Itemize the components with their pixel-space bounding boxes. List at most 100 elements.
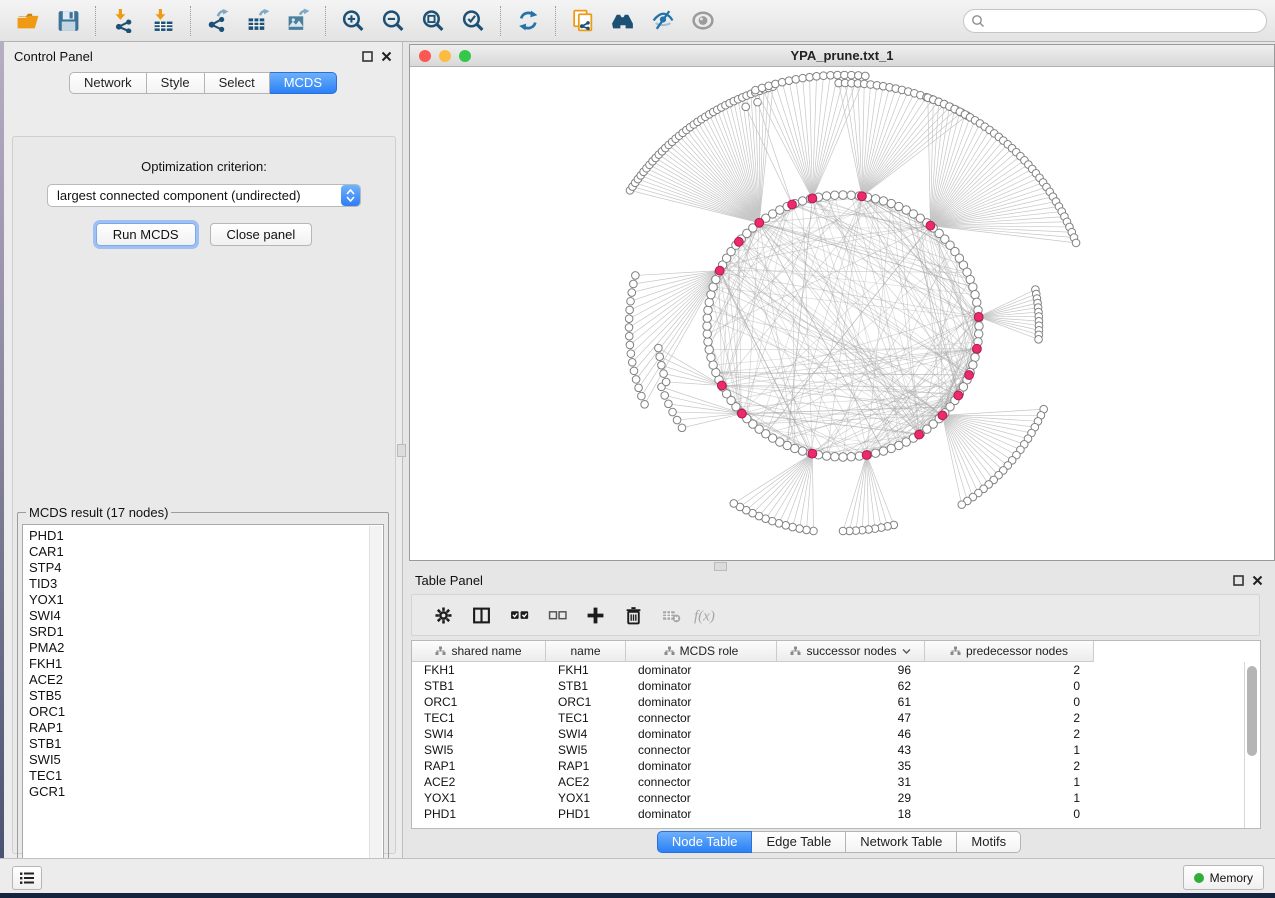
mcds-result-item[interactable]: TEC1 [29, 768, 383, 784]
cell-predecessor-nodes: 1 [925, 791, 1094, 805]
column-type-icon [950, 646, 961, 656]
cell-shared-name: TEC1 [412, 711, 546, 725]
mcds-result-item[interactable]: SRD1 [29, 624, 383, 640]
export-network-button[interactable] [198, 4, 238, 38]
task-history-button[interactable] [12, 866, 42, 890]
cell-shared-name: YOX1 [412, 791, 546, 805]
table-row[interactable]: RAP1RAP1dominator352 [412, 758, 1260, 774]
delete-column-button[interactable] [614, 598, 652, 632]
mcds-result-item[interactable]: TID3 [29, 576, 383, 592]
close-table-panel-icon[interactable] [1252, 575, 1263, 586]
mcds-result-item[interactable]: STP4 [29, 560, 383, 576]
search-box[interactable] [963, 9, 1267, 33]
table-row[interactable]: YOX1YOX1connector291 [412, 790, 1260, 806]
column-header-successor-nodes[interactable]: successor nodes [777, 641, 925, 662]
select-all-rows-button[interactable] [500, 598, 538, 632]
mcds-result-item[interactable]: FKH1 [29, 656, 383, 672]
deselect-all-rows-button[interactable] [538, 598, 576, 632]
network-graph[interactable] [410, 67, 1274, 560]
tab-style[interactable]: Style [147, 72, 205, 94]
mcds-result-item[interactable]: SWI5 [29, 752, 383, 768]
mcds-result-item[interactable]: GCR1 [29, 784, 383, 800]
cell-predecessor-nodes: 2 [925, 759, 1094, 773]
export-image-icon [285, 8, 311, 33]
table-options-gear-button[interactable] [424, 598, 462, 632]
table-row[interactable]: SWI4SWI4dominator462 [412, 726, 1260, 742]
mcds-result-item[interactable]: STB5 [29, 688, 383, 704]
cell-mcds-role: dominator [626, 807, 777, 821]
mcds-result-item[interactable]: SWI4 [29, 608, 383, 624]
cell-mcds-role: dominator [626, 663, 777, 677]
vertical-splitter-handle[interactable] [397, 444, 406, 457]
tab-network-table[interactable]: Network Table [846, 831, 957, 853]
mcds-result-item[interactable]: ACE2 [29, 672, 383, 688]
float-panel-icon[interactable] [362, 51, 373, 62]
mcds-result-item[interactable]: STB1 [29, 736, 383, 752]
mcds-result-item[interactable]: ORC1 [29, 704, 383, 720]
export-table-button[interactable] [238, 4, 278, 38]
cell-shared-name: ORC1 [412, 695, 546, 709]
node-table: shared namenameMCDS rolesuccessor nodesp… [411, 640, 1261, 829]
column-header-predecessor-nodes[interactable]: predecessor nodes [925, 641, 1094, 662]
criterion-dropdown[interactable]: largest connected component (undirected) [47, 184, 361, 207]
table-scrollbar[interactable] [1244, 662, 1260, 828]
column-view-button[interactable] [462, 598, 500, 632]
table-row[interactable]: ACE2ACE2connector311 [412, 774, 1260, 790]
mcds-list-scrollbar[interactable] [369, 526, 382, 862]
show-all-disabled-button[interactable] [683, 4, 723, 38]
memory-button[interactable]: Memory [1183, 865, 1264, 890]
import-table-button[interactable] [143, 4, 183, 38]
tab-node-table[interactable]: Node Table [657, 831, 753, 853]
cell-name: YOX1 [546, 791, 626, 805]
tab-mcds[interactable]: MCDS [270, 72, 337, 94]
table-row[interactable]: PHD1PHD1dominator180 [412, 806, 1260, 822]
network-window-titlebar[interactable]: YPA_prune.txt_1 [410, 45, 1274, 67]
tab-edge-table[interactable]: Edge Table [752, 831, 846, 853]
open-file-button[interactable] [8, 4, 48, 38]
tab-network[interactable]: Network [69, 72, 147, 94]
import-network-button[interactable] [103, 4, 143, 38]
first-neighbors-button[interactable] [603, 4, 643, 38]
table-row[interactable]: SWI5SWI5connector431 [412, 742, 1260, 758]
column-type-icon [664, 646, 675, 656]
table-scrollbar-thumb[interactable] [1247, 666, 1257, 756]
tab-select[interactable]: Select [205, 72, 270, 94]
column-view-icon [472, 606, 491, 625]
mcds-result-item[interactable]: PMA2 [29, 640, 383, 656]
new-network-from-selection-button[interactable] [563, 4, 603, 38]
mcds-result-item[interactable]: PHD1 [29, 528, 383, 544]
tab-motifs[interactable]: Motifs [957, 831, 1021, 853]
zoom-in-button[interactable] [333, 4, 373, 38]
float-table-panel-icon[interactable] [1233, 575, 1244, 586]
new-network-from-selection-icon [570, 8, 596, 33]
mcds-result-item[interactable]: CAR1 [29, 544, 383, 560]
column-header-name[interactable]: name [546, 641, 626, 662]
export-image-button[interactable] [278, 4, 318, 38]
close-panel-icon[interactable] [381, 51, 392, 62]
column-header-MCDS-role[interactable]: MCDS role [626, 641, 777, 662]
run-mcds-button[interactable]: Run MCDS [96, 223, 196, 246]
zoom-out-button[interactable] [373, 4, 413, 38]
close-panel-button[interactable]: Close panel [210, 223, 313, 246]
export-table-icon [245, 8, 271, 33]
add-column-button[interactable] [576, 598, 614, 632]
refresh-layout-button[interactable] [508, 4, 548, 38]
function-builder-disabled-icon: f(x) [692, 606, 726, 625]
mcds-result-list[interactable]: PHD1CAR1STP4TID3YOX1SWI4SRD1PMA2FKH1ACE2… [22, 524, 384, 864]
zoom-fit-button[interactable] [413, 4, 453, 38]
search-input[interactable] [985, 13, 1259, 29]
mcds-result-item[interactable]: RAP1 [29, 720, 383, 736]
table-body: FKH1FKH1dominator962STB1STB1dominator620… [412, 662, 1260, 822]
column-header-shared-name[interactable]: shared name [412, 641, 546, 662]
hide-selected-button[interactable] [643, 4, 683, 38]
zoom-selected-button[interactable] [453, 4, 493, 38]
optimization-criterion-label: Optimization criterion: [13, 159, 395, 174]
table-row[interactable]: TEC1TEC1connector472 [412, 710, 1260, 726]
mcds-result-item[interactable]: YOX1 [29, 592, 383, 608]
application-window: Control Panel NetworkStyleSelectMCDS Opt… [0, 0, 1275, 893]
table-row[interactable]: STB1STB1dominator620 [412, 678, 1260, 694]
table-row[interactable]: FKH1FKH1dominator962 [412, 662, 1260, 678]
table-row[interactable]: ORC1ORC1dominator610 [412, 694, 1260, 710]
export-network-icon [205, 8, 231, 33]
save-session-button[interactable] [48, 4, 88, 38]
